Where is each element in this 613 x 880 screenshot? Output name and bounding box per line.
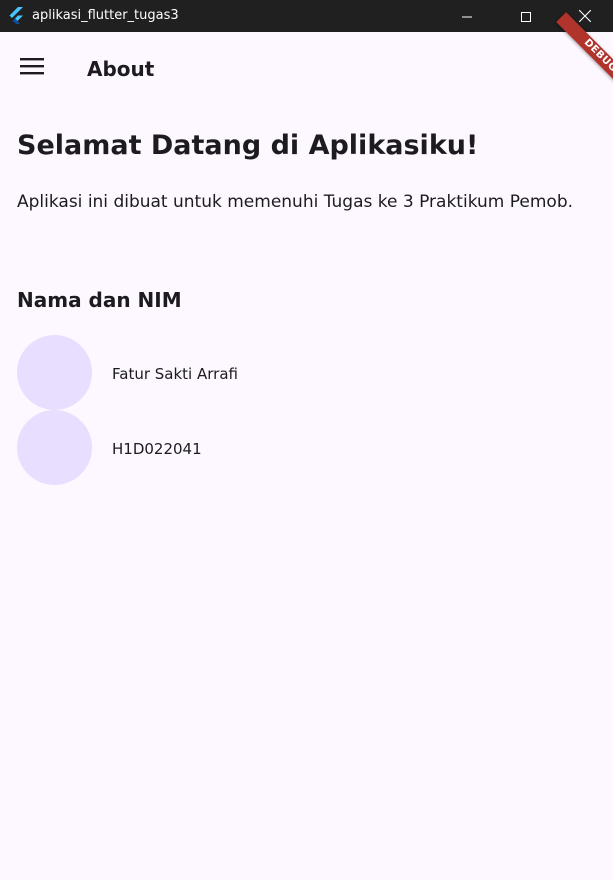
list-item-text: H1D022041 [112,440,202,458]
list-item: H1D022041 [17,410,597,485]
maximize-button[interactable] [497,0,555,32]
window-titlebar: aplikasi_flutter_tugas3 [0,0,613,32]
welcome-heading: Selamat Datang di Aplikasiku! [17,130,479,161]
menu-icon [20,57,44,79]
close-icon [578,7,591,26]
minimize-button[interactable] [438,0,496,32]
drawer-menu-button[interactable] [8,44,56,92]
list-item-text: Fatur Sakti Arrafi [112,365,238,383]
description-text: Aplikasi ini dibuat untuk memenuhi Tugas… [17,192,574,212]
avatar [17,335,92,410]
avatar [17,410,92,485]
name-nim-list: Fatur Sakti Arrafi H1D022041 [17,335,597,485]
section-title: Nama dan NIM [17,288,182,312]
window-title: aplikasi_flutter_tugas3 [32,8,179,23]
flutter-logo-icon [8,7,24,25]
app-bar: About [0,32,613,104]
maximize-icon [521,7,531,26]
list-item: Fatur Sakti Arrafi [17,335,597,410]
close-button[interactable] [556,0,613,32]
minimize-icon [462,7,472,26]
page-title: About [87,57,155,81]
